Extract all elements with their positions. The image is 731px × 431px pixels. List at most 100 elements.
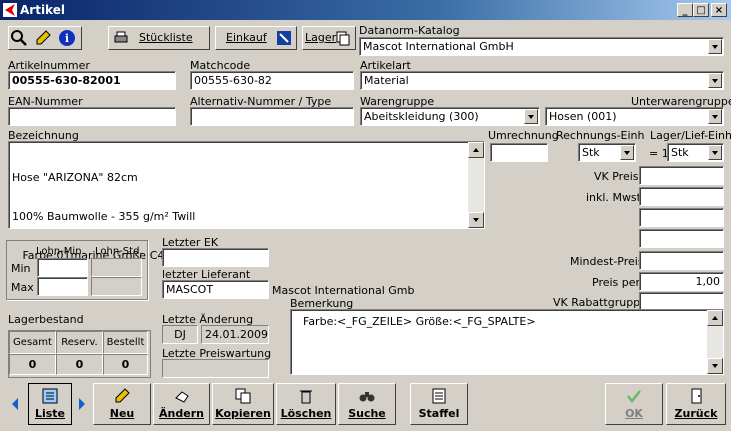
- artikelart-select[interactable]: Material: [360, 71, 724, 90]
- extra-field-1[interactable]: [639, 208, 724, 227]
- list-icon: [42, 388, 58, 404]
- lagerbestand-header: Gesamt: [9, 331, 56, 354]
- lohn-min-header: Lohn-Min.: [36, 246, 85, 257]
- stueckliste-label: Stückliste: [139, 31, 193, 44]
- new-pencil-icon: [115, 388, 130, 403]
- letzter-ek-field[interactable]: [162, 248, 269, 267]
- chevron-down-icon[interactable]: [708, 73, 722, 88]
- inkl-mwst-label: inkl. Mwst: [586, 191, 641, 204]
- lagerbestand-value: 0: [56, 354, 103, 375]
- preis-per-label: Preis per: [592, 276, 641, 289]
- zurueck-label: Zurück: [674, 407, 718, 420]
- stueckliste-button[interactable]: Stückliste: [108, 26, 210, 50]
- extra-field-2[interactable]: [639, 229, 724, 248]
- bezeichnung-textarea[interactable]: Hose "ARIZONA" 82cm 100% Baumwolle - 355…: [8, 141, 485, 262]
- aenderung-user: DJ: [162, 325, 198, 344]
- vk-preis-field[interactable]: [639, 166, 724, 185]
- scroll-up-icon[interactable]: [707, 310, 723, 326]
- datanorm-select[interactable]: Mascot International GmbH: [359, 37, 724, 56]
- chevron-down-icon[interactable]: [620, 145, 634, 160]
- lager-icon: [336, 31, 350, 46]
- unterwarengruppe-select[interactable]: Hosen (001): [545, 107, 724, 126]
- einkauf-icon: [277, 31, 291, 45]
- minimize-button[interactable]: _: [677, 3, 693, 17]
- rechnungseinh-value: Stk: [582, 146, 600, 159]
- scroll-down-icon[interactable]: [468, 212, 484, 228]
- loeschen-label: Löschen: [280, 407, 332, 420]
- einkauf-label: Einkauf: [226, 31, 267, 44]
- lagerbestand-header: Reserv.: [56, 331, 103, 354]
- umrechnung-label: Umrechnung: [488, 129, 559, 142]
- staffel-icon: [432, 388, 446, 404]
- scroll-up-icon[interactable]: [468, 142, 484, 158]
- warengruppe-select[interactable]: Abeitskleidung (300): [360, 107, 540, 126]
- kopieren-button[interactable]: Kopieren: [212, 383, 274, 425]
- aenderung-date: 24.01.2009: [201, 325, 269, 344]
- rechnungseinh-select[interactable]: Stk: [578, 143, 636, 162]
- bezeichnung-scrollbar[interactable]: [468, 142, 484, 228]
- bemerkung-textarea[interactable]: Farbe:<_FG_ZEILE> Größe:<_FG_SPALTE>: [290, 309, 724, 375]
- neu-button[interactable]: Neu: [93, 383, 151, 425]
- lagerlief-select[interactable]: Stk: [667, 143, 724, 162]
- info-icon[interactable]: i: [58, 29, 76, 47]
- chevron-down-icon[interactable]: [708, 109, 722, 124]
- inkl-mwst-field[interactable]: [639, 187, 724, 206]
- ean-field[interactable]: [8, 107, 176, 126]
- vk-rabattgruppe-label: VK Rabattgruppe: [553, 296, 647, 309]
- lohn-min-max-field[interactable]: [37, 277, 88, 296]
- suche-button[interactable]: Suche: [338, 383, 396, 425]
- trash-icon: [300, 390, 312, 404]
- window-title: Artikel: [20, 3, 65, 17]
- bemerkung-scrollbar[interactable]: [707, 310, 723, 374]
- ok-button[interactable]: OK: [605, 383, 663, 425]
- title-bar[interactable]: [0, 0, 731, 20]
- close-button[interactable]: ×: [711, 3, 727, 17]
- artikelnummer-field[interactable]: 00555-630-82001: [8, 71, 176, 90]
- lager-button[interactable]: Lager: [302, 26, 356, 50]
- preis-per-field[interactable]: 1,00: [639, 272, 724, 291]
- edit-hand-icon: [174, 391, 189, 403]
- ok-label: OK: [625, 407, 643, 420]
- search-icon[interactable]: [10, 29, 28, 47]
- checkmark-icon: [627, 390, 641, 404]
- umrechnung-field[interactable]: [490, 143, 548, 162]
- prev-arrow-icon[interactable]: [10, 397, 20, 411]
- letzte-preiswartung-field: [162, 359, 269, 378]
- chevron-down-icon[interactable]: [524, 109, 538, 124]
- lieferant-name: Mascot International Gmb: [272, 284, 415, 297]
- loeschen-button[interactable]: Löschen: [276, 383, 336, 425]
- liste-button[interactable]: Liste: [28, 383, 72, 425]
- lohn-min-min-field[interactable]: [37, 258, 88, 277]
- lohn-row-max: Max: [11, 281, 34, 294]
- chevron-down-icon[interactable]: [708, 145, 722, 160]
- aendern-label: Ändern: [159, 407, 204, 420]
- door-exit-icon: [691, 388, 702, 404]
- altnr-field[interactable]: [190, 107, 354, 126]
- liste-label: Liste: [34, 407, 66, 420]
- maximize-button[interactable]: □: [693, 3, 709, 17]
- staffel-button[interactable]: Staffel: [410, 383, 468, 425]
- mindest-preis-field[interactable]: [639, 251, 724, 270]
- matchcode-field[interactable]: 00555-630-82: [190, 71, 354, 90]
- zurueck-button[interactable]: Zurück: [666, 383, 726, 425]
- chevron-down-icon[interactable]: [708, 39, 722, 54]
- letzter-lieferant-field[interactable]: MASCOT: [162, 280, 269, 299]
- pencil-icon[interactable]: [34, 29, 52, 47]
- mindest-preis-label: Mindest-Preis: [570, 255, 644, 268]
- kopieren-label: Kopieren: [215, 407, 271, 420]
- bemerkung-text: Farbe:<_FG_ZEILE> Größe:<_FG_SPALTE>: [303, 315, 536, 328]
- datanorm-label: Datanorm-Katalog: [359, 24, 460, 37]
- scroll-down-icon[interactable]: [707, 358, 723, 374]
- aendern-button[interactable]: Ändern: [153, 383, 210, 425]
- vk-preis-label: VK Preis: [594, 170, 639, 183]
- next-arrow-icon[interactable]: [77, 397, 87, 411]
- lagerbestand-value: 0: [9, 354, 56, 375]
- lohn-row-min: Min: [11, 262, 31, 275]
- suche-label: Suche: [348, 407, 386, 420]
- rechnungseinh-label: Rechnungs-Einh: [556, 129, 645, 142]
- einkauf-button[interactable]: Einkauf: [215, 26, 297, 50]
- svg-text:i: i: [65, 32, 69, 45]
- artikelart-value: Material: [364, 74, 409, 87]
- lohn-std-header: Lohn-Std.: [95, 246, 143, 257]
- copy-icon: [235, 388, 251, 404]
